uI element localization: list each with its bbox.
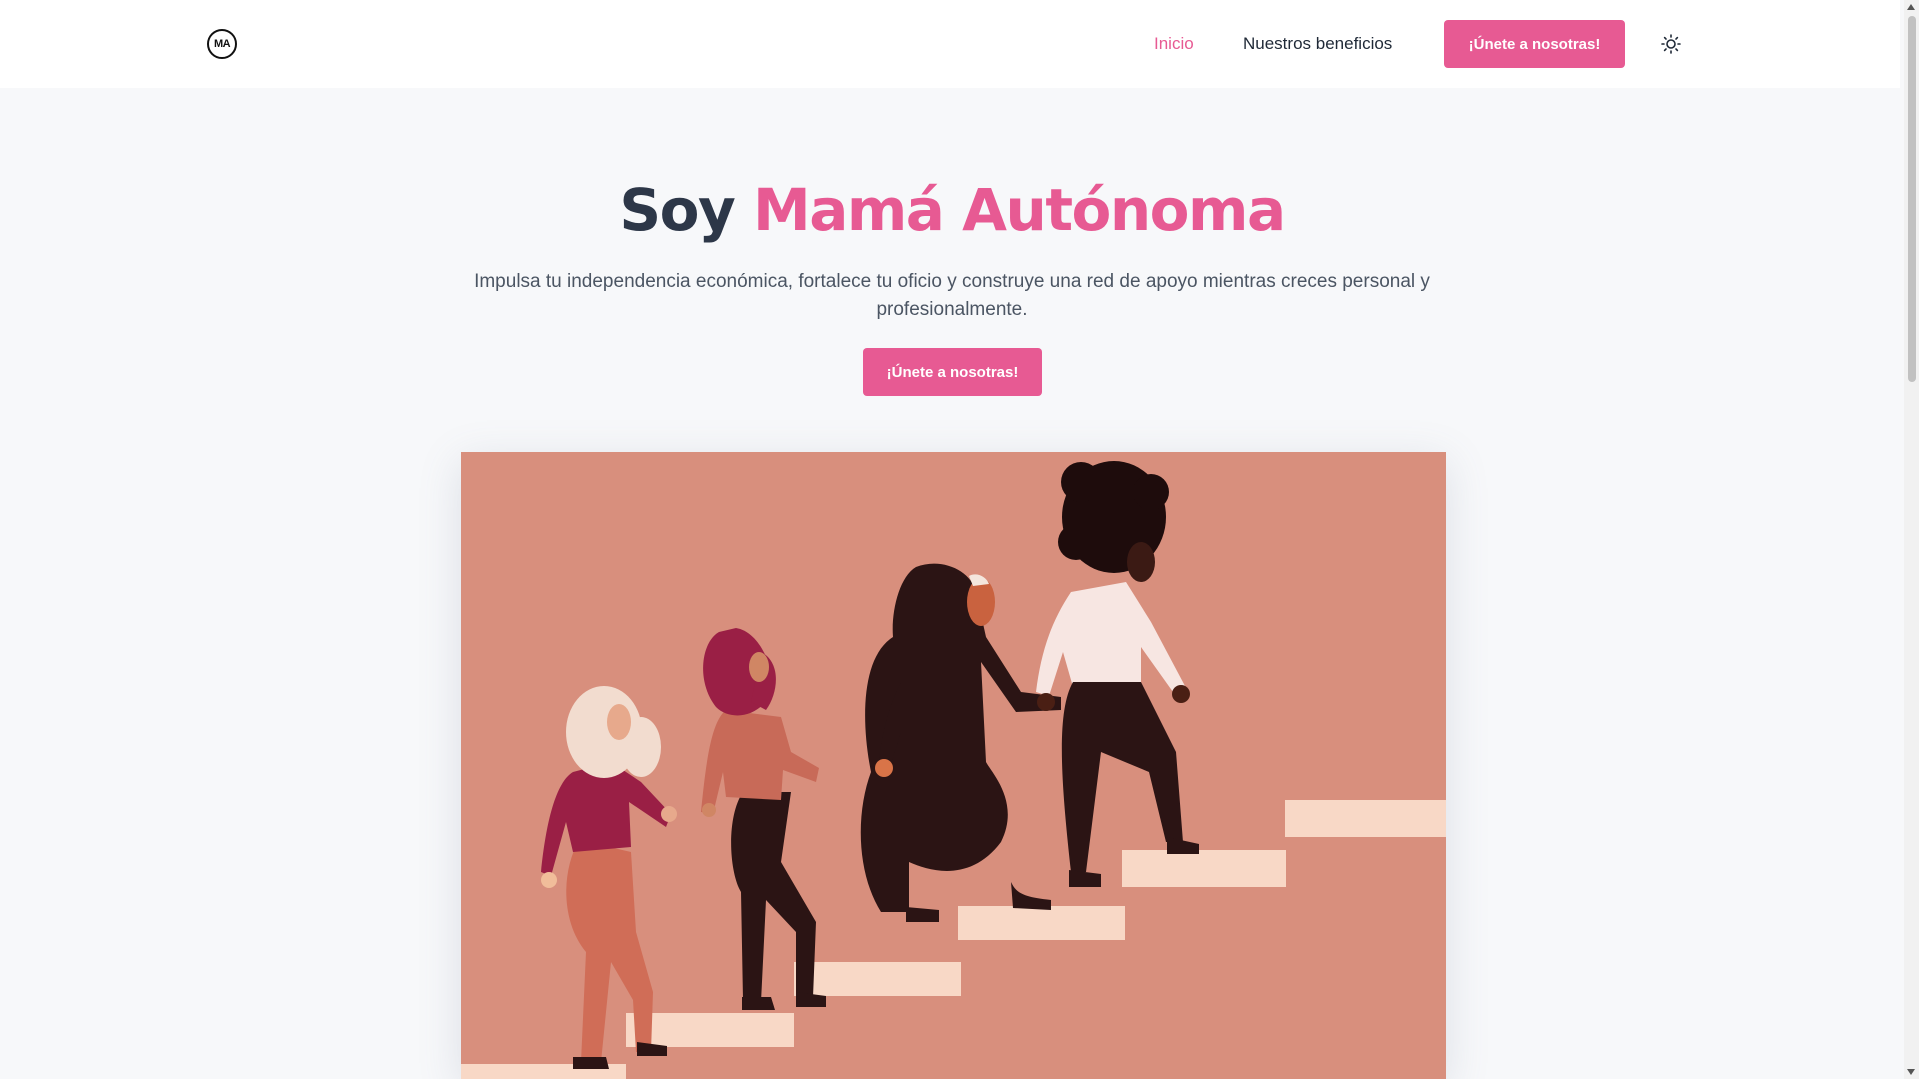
hero-subtitle: Impulsa tu independencia económica, fort…	[474, 271, 1430, 320]
theme-toggle-button[interactable]	[1659, 32, 1683, 56]
navbar: MA Inicio Nuestros beneficios ¡Únete a n…	[0, 0, 1900, 88]
join-button-hero[interactable]: ¡Únete a nosotras!	[863, 348, 1042, 396]
logo[interactable]: MA	[207, 29, 237, 59]
hero-illustration	[461, 452, 1446, 1079]
sun-icon	[1661, 34, 1681, 54]
hero-title-accent: Mamá Autónoma	[753, 176, 1286, 244]
hero-title-prefix: Soy	[619, 176, 735, 244]
join-button-nav[interactable]: ¡Únete a nosotras!	[1444, 20, 1625, 68]
scrollbar[interactable]	[1904, 0, 1919, 1079]
women-climbing-stairs-illustration	[461, 452, 1446, 1079]
scroll-down-arrow-icon[interactable]	[1907, 1069, 1915, 1075]
scroll-thumb[interactable]	[1908, 16, 1916, 382]
scroll-up-arrow-icon[interactable]	[1907, 4, 1915, 10]
nav-link-inicio[interactable]: Inicio	[1154, 34, 1194, 54]
nav-link-beneficios[interactable]: Nuestros beneficios	[1243, 34, 1392, 54]
hero-title: Soy Mamá Autónoma	[0, 176, 1904, 244]
